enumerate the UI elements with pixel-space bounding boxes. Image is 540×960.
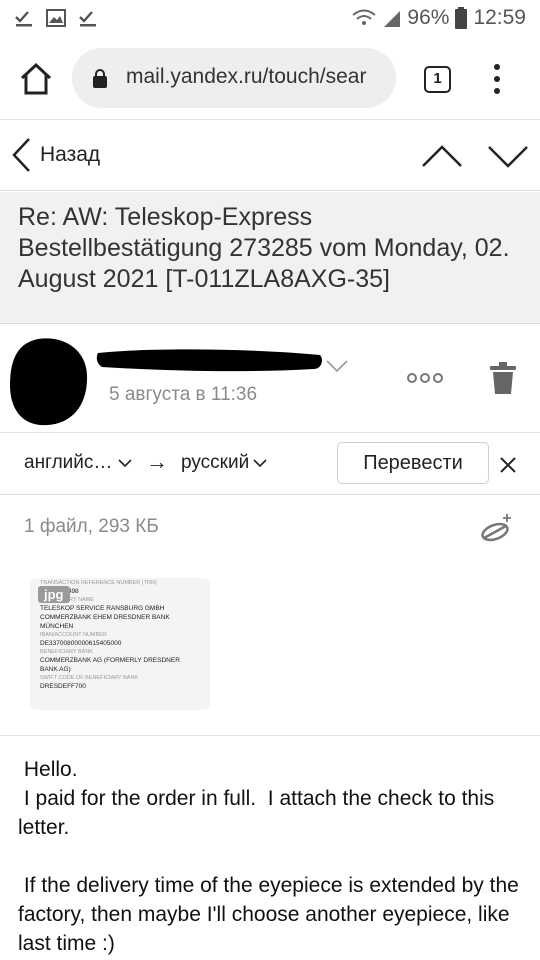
previous-message-icon[interactable] bbox=[420, 141, 464, 171]
attachment-count: 1 файл, 293 КБ bbox=[24, 516, 159, 537]
message-nav-bar: Назад bbox=[0, 121, 540, 191]
thumbnail-line: BANK AG) bbox=[40, 666, 71, 673]
translate-bar: английс… → русский Перевести bbox=[0, 433, 540, 495]
thumbnail-line: DE33700800000615405000 bbox=[40, 640, 122, 647]
file-type-badge: jpg bbox=[38, 586, 70, 603]
back-label: Назад bbox=[40, 143, 101, 166]
thumbnail-line: TELESKOP SERVICE RANSBURG GMBH bbox=[40, 605, 165, 612]
close-icon[interactable] bbox=[498, 455, 518, 475]
thumbnail-line: SWIFT CODE OF BENEFICIARY BANK bbox=[40, 675, 139, 681]
body-paragraph: If the delivery time of the eyepiece is … bbox=[18, 874, 525, 955]
attachment-thumbnail[interactable]: TRANSACTION REFERENCE NUMBER (TRN)S550 5… bbox=[30, 578, 210, 710]
browser-toolbar: mail.yandex.ru/touch/sear 1 bbox=[0, 38, 540, 120]
sender-row: 5 августа в 11:36 bbox=[0, 325, 540, 433]
message-date: 5 августа в 11:36 bbox=[109, 384, 258, 405]
system-status: 96% 12:59 bbox=[351, 6, 526, 30]
wifi-icon bbox=[352, 9, 377, 25]
save-to-disk-icon[interactable] bbox=[480, 512, 514, 544]
body-paragraph: Hello. bbox=[18, 758, 78, 781]
chevron-down-icon bbox=[253, 459, 267, 468]
next-message-icon[interactable] bbox=[486, 141, 530, 171]
notification-icons bbox=[14, 8, 98, 28]
signal-icon bbox=[384, 11, 401, 27]
battery-percent: 96% bbox=[407, 6, 450, 29]
trash-icon[interactable] bbox=[490, 362, 516, 394]
more-menu-icon[interactable] bbox=[486, 62, 508, 96]
body-paragraph: I paid for the order in full. I attach t… bbox=[18, 787, 501, 839]
battery-icon bbox=[455, 7, 468, 29]
thumbnail-line: COMMERZBANK EHEM DRESDNER BANK bbox=[40, 614, 170, 621]
chevron-left-icon bbox=[12, 138, 30, 172]
image-icon bbox=[46, 9, 66, 27]
target-language-label: русский bbox=[181, 452, 250, 473]
check-download-icon bbox=[15, 11, 32, 27]
clock: 12:59 bbox=[473, 6, 526, 29]
body-paragraph bbox=[18, 842, 522, 871]
thumbnail-line: BENEFICIARY BANK bbox=[40, 649, 93, 655]
translate-button[interactable]: Перевести bbox=[337, 442, 489, 484]
arrow-right-icon: → bbox=[146, 449, 168, 474]
status-bar: 96% 12:59 bbox=[0, 0, 540, 38]
target-language-select[interactable]: русский bbox=[181, 452, 267, 474]
check-download-icon bbox=[79, 11, 96, 27]
message-subject-panel: Re: AW: Teleskop-Express Bestellbestätig… bbox=[0, 192, 540, 324]
source-language-select[interactable]: английс… bbox=[24, 452, 132, 474]
source-language-label: английс… bbox=[24, 452, 113, 473]
url-bar[interactable]: mail.yandex.ru/touch/sear bbox=[72, 48, 396, 108]
message-body-text: Hello. I paid for the order in full. I a… bbox=[18, 755, 522, 958]
message-subject: Re: AW: Teleskop-Express Bestellbestätig… bbox=[18, 203, 510, 293]
message-body: Hello. I paid for the order in full. I a… bbox=[0, 737, 540, 960]
avatar[interactable] bbox=[8, 335, 88, 427]
thumbnail-line: DRESDEFF700 bbox=[40, 683, 86, 690]
tab-switcher-button[interactable]: 1 bbox=[424, 66, 451, 93]
thumbnail-line: IBAN/ACCOUNT NUMBER bbox=[40, 632, 107, 638]
thumbnail-line: COMMERZBANK AG (FORMERLY DRESDNER bbox=[40, 657, 180, 664]
thumbnail-line: MÜNCHEN bbox=[40, 623, 74, 630]
sender-name-redacted[interactable] bbox=[96, 345, 324, 375]
home-icon[interactable] bbox=[18, 62, 54, 96]
attachments-section: 1 файл, 293 КБ TRANSACTION REFERENCE NUM… bbox=[0, 496, 540, 736]
lock-icon bbox=[93, 69, 107, 88]
chevron-down-icon bbox=[118, 459, 132, 468]
back-button[interactable]: Назад bbox=[10, 137, 100, 173]
more-actions-icon[interactable] bbox=[406, 371, 446, 385]
chevron-down-icon[interactable] bbox=[326, 359, 348, 373]
url-text: mail.yandex.ru/touch/sear bbox=[126, 65, 367, 88]
